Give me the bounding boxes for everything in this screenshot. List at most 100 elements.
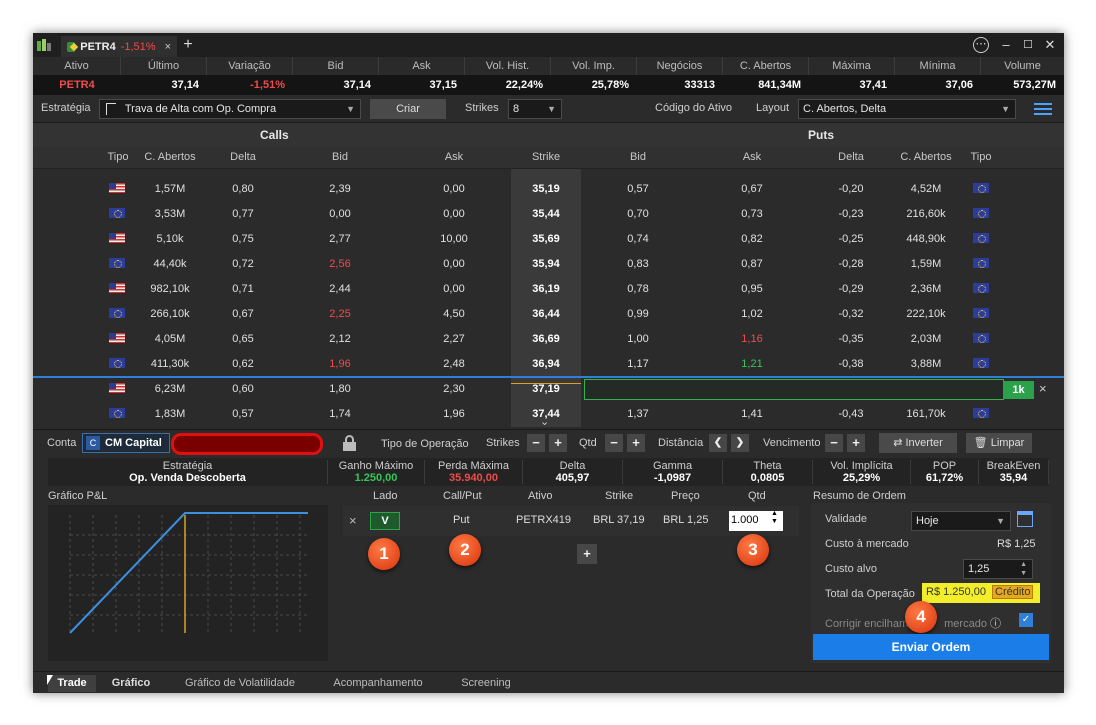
limpar-button[interactable]: 🗑 Limpar [966,433,1032,453]
put-ask-cell[interactable]: 0,67 [695,183,809,195]
chain-row[interactable]: 4,05M 0,65 2,12 2,27 36,69 1,00 1,16 -0,35 2,03M [33,327,1064,352]
call-ask-cell[interactable]: 0,00 [397,208,511,220]
estrategia-select[interactable]: Trava de Alta com Op. Compra ▼ [99,99,361,119]
qtd-plus-button[interactable]: + [627,434,645,452]
put-oi-cell[interactable]: 2,36M [893,283,959,295]
chain-row[interactable]: 266,10k 0,67 2,25 4,50 36,44 0,99 1,02 -0,32 222… [33,302,1064,327]
call-oi-cell[interactable]: 982,10k [137,283,203,295]
call-oi-cell[interactable]: 5,10k [137,233,203,245]
call-ask-cell[interactable]: 2,30 [397,383,511,395]
call-bid-cell[interactable]: 2,12 [283,333,397,345]
put-bid-cell[interactable]: 0,99 [581,308,695,320]
call-oi-cell[interactable]: 44,40k [137,258,203,270]
put-ask-cell[interactable]: 0,73 [695,208,809,220]
put-ask-cell[interactable]: 1,21 [695,358,809,370]
lado-toggle[interactable]: V [370,512,400,530]
call-oi-cell[interactable]: 266,10k [137,308,203,320]
corrigir-checkbox[interactable]: ✓ [1019,613,1033,627]
call-delta-cell[interactable]: 0,60 [203,383,283,395]
col-tipo[interactable]: Tipo [99,151,137,163]
col-put-bid[interactable]: Bid [581,151,695,163]
put-bid-cell[interactable]: 1,00 [581,333,695,345]
call-bid-cell[interactable]: 1,96 [283,358,397,370]
put-ask-cell[interactable]: 1,41 [695,408,809,420]
qtd-minus-button[interactable]: − [605,434,623,452]
put-delta-cell[interactable]: -0,35 [809,333,893,345]
strikes-plus-button[interactable]: + [549,434,567,452]
minimize-button[interactable]: – [995,36,1017,54]
call-oi-cell[interactable]: 411,30k [137,358,203,370]
put-oi-cell[interactable]: 2,03M [893,333,959,345]
tab-close-icon[interactable]: × [165,41,171,53]
more-options-icon[interactable]: ⋯ [973,37,989,53]
put-oi-cell[interactable]: 161,70k [893,408,959,420]
put-oi-cell[interactable]: 3,88M [893,358,959,370]
vencimento-plus-button[interactable]: + [847,434,865,452]
calendar-icon[interactable] [1017,511,1033,527]
put-ask-cell[interactable]: 0,95 [695,283,809,295]
call-ask-cell[interactable]: 2,48 [397,358,511,370]
put-bid-cell[interactable]: 0,78 [581,283,695,295]
put-delta-cell[interactable]: -0,28 [809,258,893,270]
put-delta-cell[interactable]: -0,43 [809,408,893,420]
put-oi-cell[interactable]: 448,90k [893,233,959,245]
enviar-ordem-button[interactable]: Enviar Ordem [813,634,1049,660]
col-put-delta[interactable]: Delta [809,151,893,163]
custo-alvo-input[interactable]: 1,25 ▲ ▼ [963,559,1033,579]
add-leg-button[interactable]: + [577,544,597,564]
call-ask-cell[interactable]: 2,27 [397,333,511,345]
tipo-operacao-label[interactable]: Tipo de Operação [381,438,469,450]
col-bid[interactable]: Bid [283,151,397,163]
criar-button[interactable]: Criar [370,99,446,119]
put-ask-cell[interactable]: 1,16 [695,333,809,345]
inverter-button[interactable]: ⇄ Inverter [879,433,957,453]
layout-select[interactable]: C. Abertos, Delta ▼ [798,99,1016,119]
put-ask-cell[interactable]: 0,87 [695,258,809,270]
call-delta-cell[interactable]: 0,57 [203,408,283,420]
put-bid-cell[interactable]: 0,70 [581,208,695,220]
call-delta-cell[interactable]: 0,75 [203,233,283,245]
tab-grafico[interactable]: Gráfico [103,675,159,692]
put-oi-cell[interactable]: 1,59M [893,258,959,270]
call-ask-cell[interactable]: 1,96 [397,408,511,420]
call-ask-cell[interactable]: 4,50 [397,308,511,320]
call-bid-cell[interactable]: 2,56 [283,258,397,270]
call-ask-cell[interactable]: 0,00 [397,283,511,295]
qty-badge[interactable]: 1k [1003,381,1034,399]
put-delta-cell[interactable]: -0,25 [809,233,893,245]
chain-row[interactable]: 3,53M 0,77 0,00 0,00 35,44 0,70 0,73 -0,23 216,6… [33,202,1064,227]
call-bid-cell[interactable]: 1,80 [283,383,397,395]
call-oi-cell[interactable]: 4,05M [137,333,203,345]
call-delta-cell[interactable]: 0,80 [203,183,283,195]
put-ask-cell[interactable]: 0,82 [695,233,809,245]
call-oi-cell[interactable]: 1,83M [137,408,203,420]
put-bid-cell[interactable]: 1,17 [581,358,695,370]
call-delta-cell[interactable]: 0,72 [203,258,283,270]
col-delta[interactable]: Delta [203,151,283,163]
call-ask-cell[interactable]: 0,00 [397,183,511,195]
put-delta-cell[interactable]: -0,29 [809,283,893,295]
strikes-minus-button[interactable]: − [527,434,545,452]
put-delta-cell[interactable]: -0,20 [809,183,893,195]
settings-sliders-icon[interactable] [1034,101,1052,116]
call-delta-cell[interactable]: 0,65 [203,333,283,345]
put-bid-cell[interactable]: 0,57 [581,183,695,195]
call-bid-cell[interactable]: 2,44 [283,283,397,295]
tab-acompanhamento[interactable]: Acompanhamento [323,675,433,692]
unlock-icon[interactable] [343,435,357,451]
vencimento-minus-button[interactable]: − [825,434,843,452]
chain-row[interactable]: 44,40k 0,72 2,56 0,00 35,94 0,83 0,87 -0,28 1,59… [33,252,1064,277]
put-delta-cell[interactable]: -0,23 [809,208,893,220]
put-ask-cell[interactable]: 1,02 [695,308,809,320]
put-oi-cell[interactable]: 4,52M [893,183,959,195]
call-oi-cell[interactable]: 6,23M [137,383,203,395]
put-delta-cell[interactable]: -0,32 [809,308,893,320]
tab-grafico-volatilidade[interactable]: Gráfico de Volatilidade [173,675,307,692]
chain-row[interactable]: 411,30k 0,62 1,96 2,48 36,94 1,17 1,21 -0,38 3,8… [33,352,1064,377]
call-delta-cell[interactable]: 0,67 [203,308,283,320]
call-oi-cell[interactable]: 1,57M [137,183,203,195]
distancia-right-button[interactable]: ❯ [731,434,749,452]
call-bid-cell[interactable]: 2,25 [283,308,397,320]
chain-row[interactable]: 982,10k 0,71 2,44 0,00 36,19 0,78 0,95 -0,29 2,3… [33,277,1064,302]
new-tab-button[interactable]: + [177,36,199,54]
